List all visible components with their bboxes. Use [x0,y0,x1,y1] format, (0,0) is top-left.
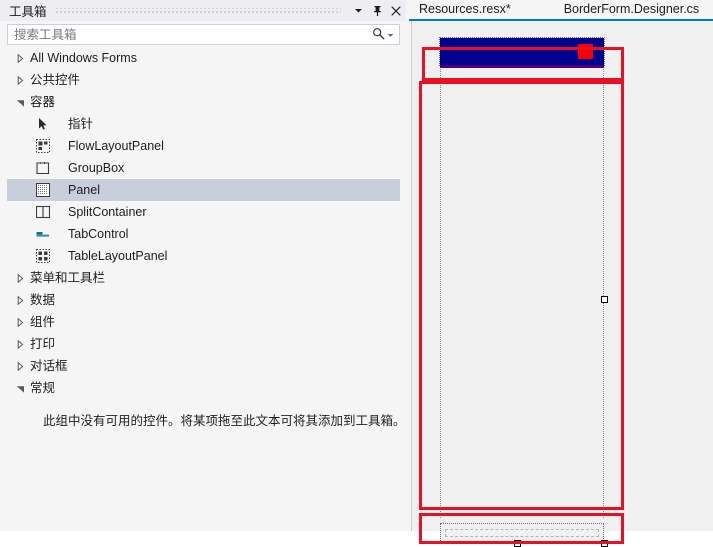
form-canvas[interactable] [427,29,608,547]
tree-group-label: 公共控件 [30,73,81,87]
chevron-right-icon[interactable] [14,338,27,351]
chevron-down-icon[interactable] [349,2,367,20]
flowlayoutpanel-icon [35,138,51,154]
toolbox-drag-grip[interactable] [54,7,341,14]
toolbox-tree[interactable]: All Windows Forms 公共控件 容器 指针 FlowLayoutP… [7,47,400,523]
search-icon[interactable] [372,27,385,43]
tree-group-label: 容器 [30,95,56,109]
tab-resources-resx[interactable]: Resources.resx* [419,0,511,19]
empty-group-note: 此组中没有可用的控件。将某项拖至此文本可将其添加到工具箱。 [43,414,400,428]
handle-bottom-right[interactable] [601,540,608,547]
pin-icon[interactable] [368,2,386,20]
panel-icon [35,182,51,198]
center-panel[interactable] [440,69,604,518]
toolbox-item-label: SplitContainer [68,205,147,219]
bottom-panel-inner [445,529,599,537]
tree-group-label: 打印 [30,337,56,351]
toolbox-search-box[interactable] [7,24,400,45]
chevron-right-icon[interactable] [14,52,27,65]
tree-group-label: 菜单和工具栏 [30,271,106,285]
tree-group-label: 组件 [30,315,56,329]
toolbox-item-label: TabControl [68,227,129,241]
chevron-down-icon[interactable] [14,96,27,109]
close-icon[interactable] [387,2,405,20]
toolbox-panel: 工具箱 搜索工具箱 All Windows Forms 公共控件 容器 指针 F… [0,0,406,531]
tablelayoutpanel-icon [35,248,51,264]
pointer-icon [35,116,51,132]
toolbox-item-label: 指针 [68,117,94,131]
tree-group-menus-toolbars[interactable]: 菜单和工具栏 [7,267,400,289]
toolbox-item-splitcontainer[interactable]: SplitContainer [7,201,400,223]
bottom-panel-selected[interactable] [440,523,604,543]
toolbox-item-groupbox[interactable]: GroupBox [7,157,400,179]
tree-group-label: 对话框 [30,359,68,373]
tab-borderform-designer-cs[interactable]: BorderForm.Designer.cs [564,0,699,19]
toolbox-item-tabcontrol[interactable]: TabControl [7,223,400,245]
tree-group-label: 数据 [30,293,56,307]
tree-group-data[interactable]: 数据 [7,289,400,311]
tree-group-general[interactable]: 常规 [7,377,400,399]
designer-pane: Resources.resx* BorderForm.Designer.cs [409,0,713,547]
tree-group-containers[interactable]: 容器 [7,91,400,113]
tree-group-printing[interactable]: 打印 [7,333,400,355]
chevron-right-icon[interactable] [14,74,27,87]
design-surface[interactable] [411,21,713,547]
toolbox-item-label: TableLayoutPanel [68,249,168,263]
tree-group-dialogs[interactable]: 对话框 [7,355,400,377]
groupbox-icon [35,160,51,176]
toolbox-item-label: FlowLayoutPanel [68,139,164,153]
handle-bottom-center[interactable] [514,540,521,547]
editor-tabstrip: Resources.resx* BorderForm.Designer.cs [409,0,713,19]
toolbox-item-pointer[interactable]: 指针 [7,113,400,135]
handle-right-middle[interactable] [601,296,608,303]
chevron-right-icon[interactable] [14,294,27,307]
search-input[interactable] [8,26,372,43]
toolbox-item-flowlayoutpanel[interactable]: FlowLayoutPanel [7,135,400,157]
blue-panel-underline [440,65,604,68]
splitcontainer-icon [35,204,51,220]
chevron-right-icon[interactable] [14,272,27,285]
red-square-badge[interactable] [578,44,593,59]
search-options-chevron-icon[interactable] [387,28,394,42]
tree-group-components[interactable]: 组件 [7,311,400,333]
top-blue-panel[interactable] [439,37,605,66]
chevron-down-icon[interactable] [14,382,27,395]
toolbox-item-label: GroupBox [68,161,125,175]
toolbox-item-panel[interactable]: Panel [7,179,400,201]
chevron-right-icon[interactable] [14,360,27,373]
tree-group-all-windows-forms[interactable]: All Windows Forms [7,47,400,69]
toolbox-title: 工具箱 [9,5,47,19]
tree-group-label: All Windows Forms [30,51,137,65]
tabcontrol-icon [35,226,51,242]
tree-group-label: 常规 [30,381,56,395]
chevron-right-icon[interactable] [14,316,27,329]
toolbox-header: 工具箱 [0,0,406,21]
toolbox-item-tablelayoutpanel[interactable]: TableLayoutPanel [7,245,400,267]
tree-group-common-controls[interactable]: 公共控件 [7,69,400,91]
toolbox-item-label: Panel [68,183,100,197]
